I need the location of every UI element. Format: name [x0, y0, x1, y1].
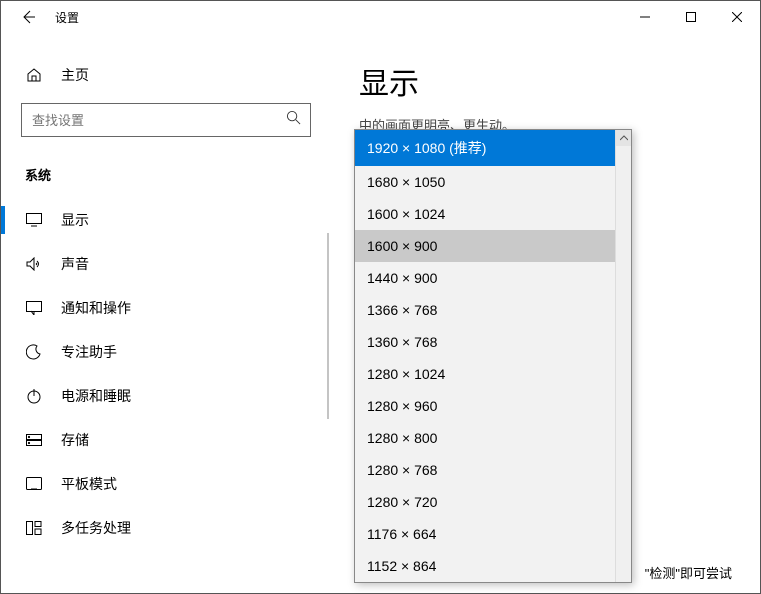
- sidebar-item-label: 平板模式: [61, 474, 117, 494]
- resolution-option[interactable]: 1360 × 768: [355, 326, 631, 358]
- search-wrap: [21, 103, 311, 137]
- sidebar-item-focus-assist[interactable]: 专注助手: [1, 330, 331, 374]
- back-button[interactable]: [19, 8, 37, 26]
- titlebar: 设置: [1, 1, 760, 33]
- dropdown-scrollbar[interactable]: [615, 130, 631, 582]
- tablet-icon: [25, 475, 43, 493]
- sound-icon: [25, 255, 43, 273]
- display-icon: [25, 211, 43, 229]
- multitasking-icon: [25, 519, 43, 537]
- scroll-up-button[interactable]: [616, 130, 631, 146]
- page-title: 显示: [359, 59, 740, 103]
- sidebar-item-label: 声音: [61, 254, 89, 274]
- close-icon: [732, 12, 742, 22]
- resolution-option[interactable]: 1280 × 768: [355, 454, 631, 486]
- sidebar-item-storage[interactable]: 存储: [1, 418, 331, 462]
- resolution-option[interactable]: 1176 × 664: [355, 518, 631, 550]
- power-icon: [25, 387, 43, 405]
- chevron-up-icon: [620, 134, 628, 142]
- resolution-option[interactable]: 1600 × 900: [355, 230, 631, 262]
- resolution-option[interactable]: 1680 × 1050: [355, 166, 631, 198]
- home-label: 主页: [61, 65, 89, 85]
- storage-icon: [25, 431, 43, 449]
- resolution-option[interactable]: 1920 × 1080 (推荐): [355, 130, 631, 166]
- resolution-dropdown: 1920 × 1080 (推荐) 1680 × 1050 1600 × 1024…: [354, 129, 632, 583]
- minimize-button[interactable]: [622, 1, 668, 33]
- close-button[interactable]: [714, 1, 760, 33]
- sidebar-item-multitasking[interactable]: 多任务处理: [1, 506, 331, 550]
- resolution-option[interactable]: 1280 × 960: [355, 390, 631, 422]
- settings-window: 设置 主页: [0, 0, 761, 594]
- home-item[interactable]: 主页: [1, 53, 331, 97]
- sidebar-item-tablet-mode[interactable]: 平板模式: [1, 462, 331, 506]
- sidebar-item-label: 显示: [61, 210, 89, 230]
- resolution-option[interactable]: 1600 × 1024: [355, 198, 631, 230]
- resolution-option[interactable]: 1280 × 720: [355, 486, 631, 518]
- detect-hint-text: "检测"即可尝试: [645, 563, 732, 582]
- sidebar-item-label: 专注助手: [61, 342, 117, 362]
- window-controls: [622, 1, 760, 33]
- back-arrow-icon: [20, 9, 36, 25]
- nav-list: 显示 声音 通知和操作 专注助手 电源和睡眠: [1, 198, 331, 550]
- sidebar-group-label: 系统: [1, 137, 331, 198]
- sidebar-item-sound[interactable]: 声音: [1, 242, 331, 286]
- window-title: 设置: [55, 9, 79, 26]
- maximize-button[interactable]: [668, 1, 714, 33]
- sidebar-item-label: 电源和睡眠: [61, 386, 131, 406]
- resolution-option[interactable]: 1366 × 768: [355, 294, 631, 326]
- home-icon: [25, 66, 43, 84]
- search-input[interactable]: [21, 103, 311, 137]
- focus-assist-icon: [25, 343, 43, 361]
- titlebar-left: 设置: [1, 8, 79, 26]
- resolution-option[interactable]: 1280 × 800: [355, 422, 631, 454]
- search-icon: [286, 110, 301, 130]
- sidebar-item-label: 通知和操作: [61, 298, 131, 318]
- sidebar-item-label: 多任务处理: [61, 518, 131, 538]
- maximize-icon: [686, 12, 696, 22]
- sidebar-scrollbar[interactable]: [327, 233, 329, 419]
- sidebar-item-label: 存储: [61, 430, 89, 450]
- resolution-option[interactable]: 1440 × 900: [355, 262, 631, 294]
- sidebar: 主页 系统 显示 声音 通知和操作: [1, 33, 331, 593]
- sidebar-item-notifications[interactable]: 通知和操作: [1, 286, 331, 330]
- sidebar-item-display[interactable]: 显示: [1, 198, 331, 242]
- notification-icon: [25, 299, 43, 317]
- resolution-option[interactable]: 1152 × 864: [355, 550, 631, 582]
- minimize-icon: [640, 12, 650, 22]
- resolution-option[interactable]: 1280 × 1024: [355, 358, 631, 390]
- sidebar-item-power-sleep[interactable]: 电源和睡眠: [1, 374, 331, 418]
